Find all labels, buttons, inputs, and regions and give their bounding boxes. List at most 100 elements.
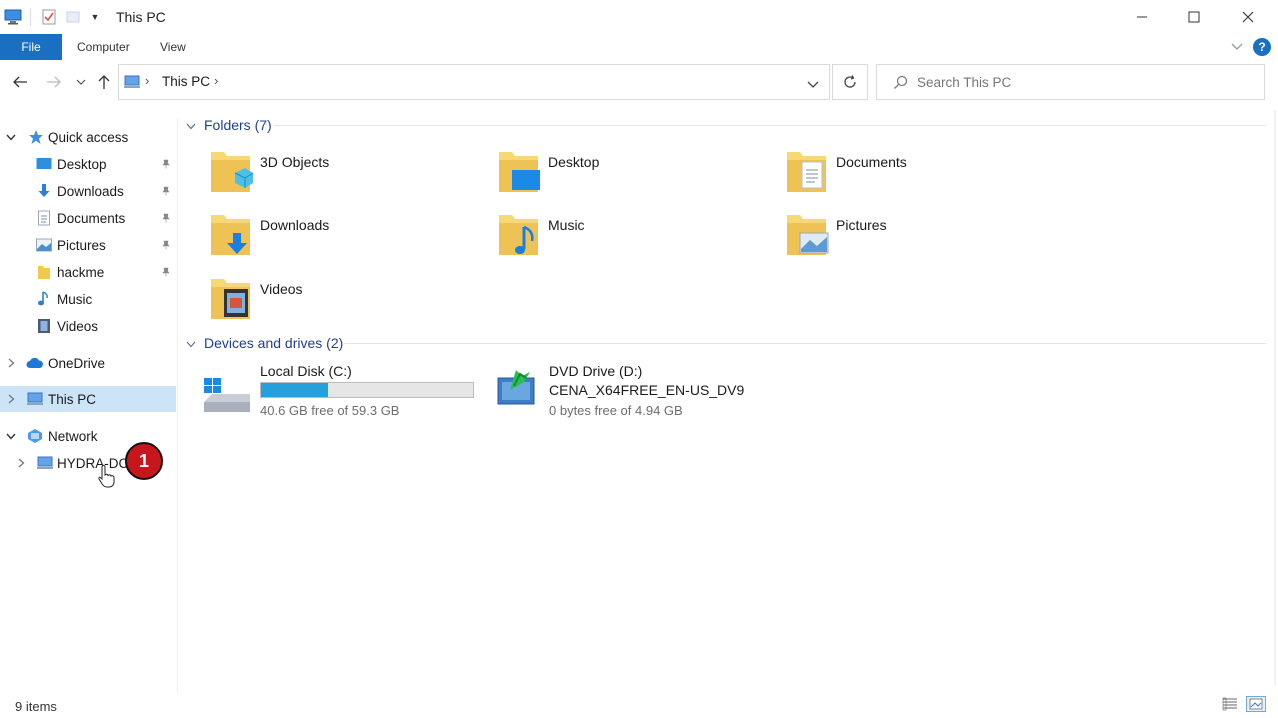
- sidebar-item-label: Quick access: [48, 129, 129, 145]
- ribbon-tabs: File Computer View ?: [0, 34, 1278, 60]
- chevron-down-icon[interactable]: [4, 130, 18, 144]
- sidebar-item-desktop[interactable]: Desktop: [0, 151, 176, 177]
- sidebar-item-label: HYDRA-DC: [57, 455, 129, 471]
- properties-icon[interactable]: [40, 8, 58, 26]
- window-title: This PC: [116, 9, 166, 25]
- sidebar-item-label: OneDrive: [48, 355, 106, 371]
- chevron-down-icon[interactable]: [186, 117, 200, 133]
- sidebar-item-quick-access[interactable]: Quick access: [0, 124, 176, 150]
- breadcrumb-separator[interactable]: ›: [214, 73, 218, 88]
- sidebar-item-label: This PC: [48, 391, 97, 407]
- chevron-down-icon[interactable]: [4, 429, 18, 443]
- pictures-folder-icon: [784, 209, 830, 262]
- desktop-icon: [35, 155, 53, 173]
- folder-tile-videos[interactable]: Videos: [208, 273, 468, 329]
- pin-icon[interactable]: [160, 239, 172, 251]
- 3d-objects-folder-icon: [208, 146, 254, 199]
- folder-name: Music: [548, 217, 585, 233]
- folder-tile-3d-objects[interactable]: 3D Objects: [208, 146, 468, 202]
- sidebar-item-onedrive[interactable]: OneDrive: [0, 350, 176, 376]
- chevron-right-icon[interactable]: [14, 456, 28, 470]
- folders-group-header[interactable]: Folders (7): [186, 115, 272, 135]
- breadcrumb-separator[interactable]: ›: [145, 73, 149, 88]
- sidebar-item-downloads[interactable]: Downloads: [0, 178, 176, 204]
- devices-group-label: Devices and drives (2): [204, 335, 344, 351]
- search-icon: [893, 75, 908, 93]
- step-badge: 1: [125, 442, 163, 480]
- details-view-icon[interactable]: [1222, 697, 1238, 714]
- pin-icon[interactable]: [160, 158, 172, 170]
- folder-name: Desktop: [548, 154, 600, 170]
- this-pc-icon: [123, 74, 141, 93]
- computer-icon: [36, 454, 54, 472]
- sidebar-item-label: Desktop: [57, 156, 107, 172]
- toolbar-divider: [30, 8, 31, 26]
- devices-group-header[interactable]: Devices and drives (2): [186, 333, 343, 353]
- folder-icon: [35, 263, 53, 281]
- customize-toolbar-icon[interactable]: ▼: [86, 8, 104, 26]
- network-icon: [26, 427, 44, 445]
- drive-volume-label: CENA_X64FREE_EN-US_DV9: [549, 382, 745, 398]
- music-icon: [35, 290, 53, 308]
- sidebar-item-label: Downloads: [57, 183, 124, 199]
- folder-tile-music[interactable]: Music: [496, 209, 756, 265]
- new-folder-icon[interactable]: [64, 8, 82, 26]
- sidebar-item-documents[interactable]: Documents: [0, 205, 176, 231]
- recent-locations-chevron-icon[interactable]: [71, 72, 91, 92]
- address-history-chevron-icon[interactable]: [807, 77, 819, 92]
- this-pc-icon: [26, 390, 44, 408]
- drive-name: Local Disk (C:): [260, 363, 352, 379]
- large-icons-view-icon[interactable]: [1246, 696, 1266, 712]
- close-button[interactable]: [1221, 0, 1275, 34]
- chevron-right-icon[interactable]: [4, 392, 18, 406]
- documents-icon: [35, 209, 53, 227]
- folder-name: Documents: [836, 154, 907, 170]
- pin-icon[interactable]: [160, 212, 172, 224]
- search-input[interactable]: [917, 72, 1247, 92]
- help-icon[interactable]: ?: [1253, 38, 1271, 56]
- vertical-scrollbar[interactable]: [1274, 110, 1276, 685]
- sidebar-item-pictures[interactable]: Pictures: [0, 232, 176, 258]
- downloads-icon: [35, 182, 53, 200]
- chevron-down-icon[interactable]: [186, 335, 200, 351]
- sidebar-item-label: Videos: [57, 318, 99, 334]
- forward-button[interactable]: [44, 72, 64, 92]
- sidebar-item-label: hackme: [57, 264, 105, 280]
- drive-tile-dvd-d[interactable]: DVD Drive (D:) CENA_X64FREE_EN-US_DV9 0 …: [496, 362, 796, 422]
- pin-icon[interactable]: [160, 185, 172, 197]
- drive-usage-fill: [261, 383, 328, 397]
- address-bar[interactable]: › This PC ›: [118, 64, 830, 100]
- folder-tile-pictures[interactable]: Pictures: [784, 209, 1044, 265]
- this-pc-app-icon[interactable]: [4, 8, 22, 26]
- sidebar-item-hackme[interactable]: hackme: [0, 259, 176, 285]
- folder-name: Pictures: [836, 217, 887, 233]
- refresh-button[interactable]: [832, 64, 868, 100]
- status-bar: 9 items: [0, 692, 1278, 718]
- tab-file[interactable]: File: [0, 34, 62, 60]
- maximize-button[interactable]: [1167, 0, 1221, 34]
- breadcrumb-this-pc[interactable]: This PC: [162, 74, 210, 89]
- folder-tile-documents[interactable]: Documents: [784, 146, 1044, 202]
- pictures-icon: [35, 236, 53, 254]
- folder-tile-downloads[interactable]: Downloads: [208, 209, 468, 265]
- expand-ribbon-icon[interactable]: [1230, 40, 1246, 54]
- back-button[interactable]: [10, 72, 30, 92]
- folder-tile-desktop[interactable]: Desktop: [496, 146, 756, 202]
- onedrive-cloud-icon: [26, 354, 44, 372]
- pin-icon[interactable]: [160, 266, 172, 278]
- up-button[interactable]: [94, 72, 114, 92]
- sidebar-item-music[interactable]: Music: [0, 286, 176, 312]
- tab-computer[interactable]: Computer: [63, 34, 144, 60]
- sidebar-item-this-pc[interactable]: This PC: [0, 386, 176, 412]
- tab-view[interactable]: View: [146, 34, 200, 60]
- search-box[interactable]: [876, 64, 1265, 100]
- minimize-button[interactable]: [1115, 0, 1169, 34]
- drive-tile-local-disk-c[interactable]: Local Disk (C:) 40.6 GB free of 59.3 GB: [200, 362, 480, 422]
- folders-group-label: Folders (7): [204, 117, 272, 133]
- videos-folder-icon: [208, 273, 254, 326]
- windows-disk-icon: [200, 372, 254, 419]
- desktop-folder-icon: [496, 146, 542, 199]
- chevron-right-icon[interactable]: [4, 356, 18, 370]
- videos-icon: [35, 317, 53, 335]
- sidebar-item-videos[interactable]: Videos: [0, 313, 176, 339]
